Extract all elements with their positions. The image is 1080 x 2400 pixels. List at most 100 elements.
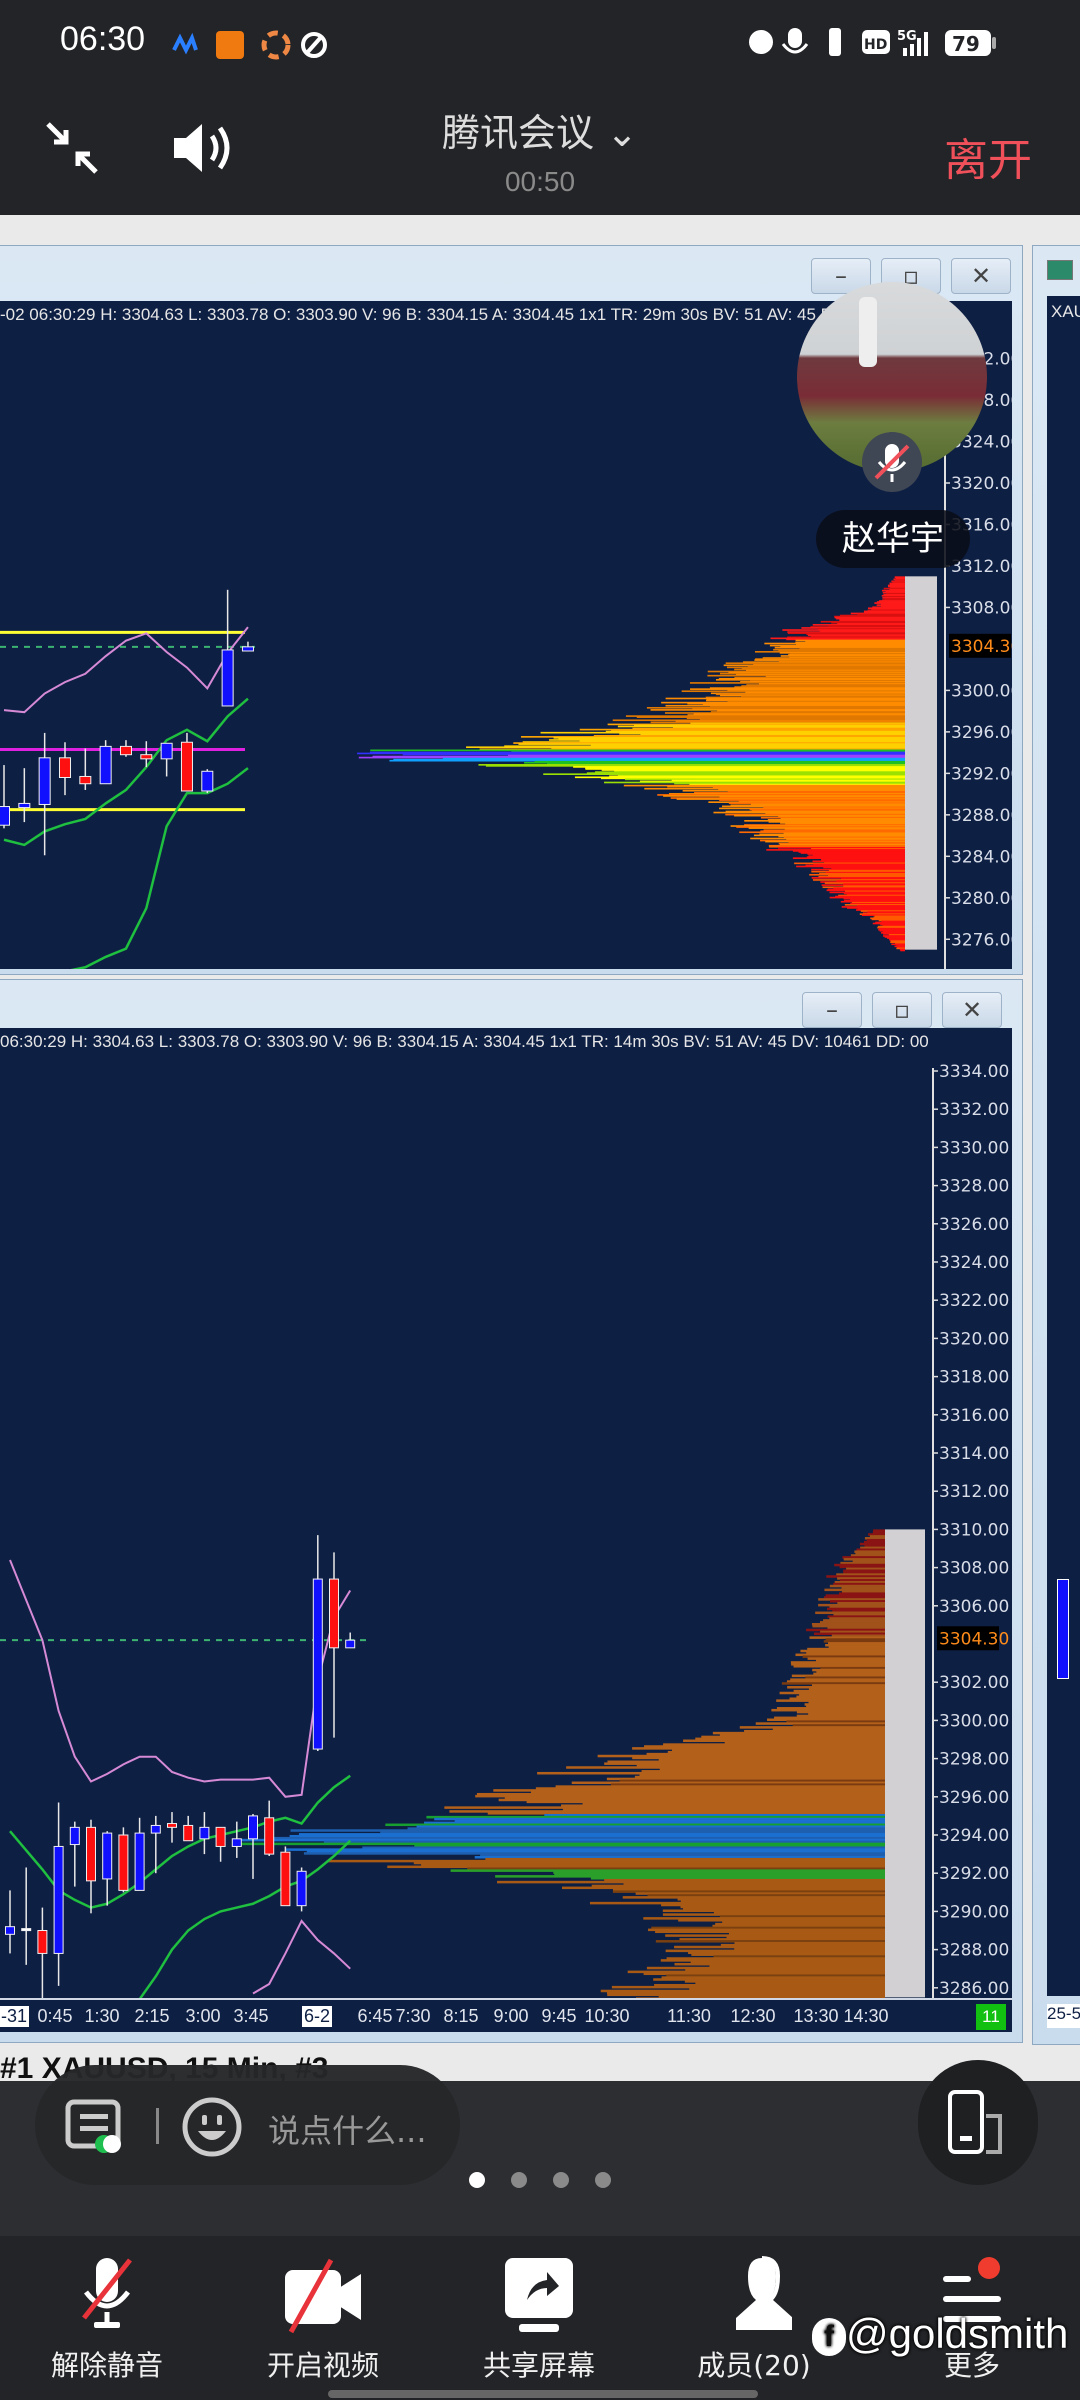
bollinger-band <box>9 1559 352 1798</box>
price-tick-label: 3312.00 <box>939 1482 1009 1502</box>
price-tick-label: 3332.00 <box>939 1100 1009 1120</box>
candle <box>201 770 214 792</box>
time-tick-label: 2:15 <box>134 2006 170 2026</box>
leave-button[interactable]: 离开 <box>944 124 1032 188</box>
video-off-icon <box>285 2258 361 2334</box>
candle <box>312 1578 323 1750</box>
price-tick-label: 3296.00 <box>939 1788 1009 1808</box>
time-tick-label: 3:45 <box>233 2006 269 2026</box>
time-tick-label: 11:30 <box>667 2006 711 2026</box>
candle <box>38 757 51 805</box>
side-chart-window: XAU 25-5- <box>1032 245 1080 2045</box>
page-dot[interactable] <box>469 2172 485 2188</box>
price-tick-label: 3330.00 <box>939 1138 1009 1158</box>
unmute-button[interactable]: 解除静音 <box>17 2256 197 2384</box>
chat-list-icon[interactable] <box>64 2098 130 2156</box>
time-tick-label: 3:00 <box>185 2006 221 2026</box>
meeting-title-text: 腾讯会议 <box>442 111 595 155</box>
chart-2[interactable]: 06:30:29 H: 3304.63 L: 3303.78 O: 3303.9… <box>0 1028 1012 1998</box>
candle <box>248 1815 258 1840</box>
rotate-screen-button[interactable] <box>918 2060 1038 2185</box>
candle <box>1057 1579 1069 1679</box>
candle <box>150 1824 161 1834</box>
participant-mute-badge <box>862 432 922 492</box>
share-screen-button[interactable]: 共享屏幕 <box>449 2256 629 2384</box>
close-button[interactable]: ✕ <box>942 992 1002 1028</box>
time-axis: -31 0:45 1:30 2:15 3:00 3:45 6-2 6:45 7:30 8:15 9:… <box>0 1998 1012 2032</box>
bollinger-band <box>252 1919 351 1995</box>
candle <box>0 806 10 826</box>
price-tick-label: 3276.00 <box>951 930 1012 950</box>
time-tick-label: 6-2 <box>301 2006 333 2027</box>
mic-muted-icon <box>874 444 910 482</box>
home-indicator[interactable] <box>328 2390 758 2398</box>
candle <box>180 741 193 792</box>
candle <box>231 1838 242 1847</box>
watermark: f @goldsmith <box>812 2310 1068 2358</box>
chat-input[interactable]: 说点什么... <box>268 2106 427 2152</box>
price-tick-label: 3322.00 <box>939 1291 1009 1311</box>
start-video-button[interactable]: 开启视频 <box>233 2256 413 2384</box>
time-tick-label: 10:30 <box>584 2006 630 2026</box>
candle <box>183 1824 194 1842</box>
unmute-label: 解除静音 <box>50 2349 163 2382</box>
time-tick-label: 6:45 <box>357 2006 393 2026</box>
candle <box>160 742 173 760</box>
price-tick-label: 3324.00 <box>939 1253 1009 1273</box>
candle <box>329 1578 339 1649</box>
mic-muted-icon <box>82 2258 132 2328</box>
time-tick-label: 14:30 <box>843 2006 889 2026</box>
start-video-label: 开启视频 <box>266 2349 379 2382</box>
candle <box>345 1639 356 1649</box>
price-tick-label: 3318.00 <box>939 1368 1009 1388</box>
participant-name: 赵华宇 <box>816 510 970 568</box>
side-chart: XAU 25-5- <box>1047 296 1080 2028</box>
candle <box>5 1926 15 1935</box>
candle <box>264 1817 275 1855</box>
price-tick-label: 3320.00 <box>951 474 1012 494</box>
price-tick-label: 3316.00 <box>939 1406 1009 1426</box>
chart-2-plot: 3334.00 3332.00 3330.00 3328.00 3326.00 3324.… <box>0 1062 1009 1998</box>
price-tick-label: 3308.00 <box>939 1559 1009 1579</box>
volume-profile-bar <box>900 949 905 952</box>
candle <box>199 1826 210 1840</box>
close-button[interactable]: ✕ <box>951 258 1011 294</box>
price-tick-label: 3300.00 <box>951 681 1012 701</box>
bollinger-band <box>70 767 249 969</box>
page-dot[interactable] <box>553 2172 569 2188</box>
side-chart-title: XAU <box>1051 302 1080 321</box>
price-tick-label: 3302.00 <box>939 1673 1009 1693</box>
meeting-header: 腾讯会议 ⌄ 00:50 离开 <box>0 80 1080 215</box>
candle <box>134 1832 145 1891</box>
minimize-button[interactable]: – <box>802 992 862 1028</box>
hd-label: HD <box>864 37 887 53</box>
members-icon <box>736 2256 792 2330</box>
price-tick-label: 3288.00 <box>951 806 1012 826</box>
price-tick-label: 3298.00 <box>939 1750 1009 1770</box>
maximize-button[interactable]: ▫ <box>872 992 932 1028</box>
price-tick-label: 3308.00 <box>951 598 1012 618</box>
time-tick-label: 13:30 <box>793 2006 839 2026</box>
price-tick-label: 3286.00 <box>939 1979 1009 1998</box>
page-dot[interactable] <box>511 2172 527 2188</box>
meeting-title[interactable]: 腾讯会议 ⌄ <box>0 102 1080 157</box>
candle <box>53 1845 64 1954</box>
side-time-label: 25-5- <box>1047 2004 1080 2028</box>
time-tick-label: 0:45 <box>37 2006 73 2026</box>
price-tick-label: 3294.00 <box>939 1826 1009 1846</box>
candle <box>21 1928 32 1932</box>
notification-dot <box>978 2257 1000 2279</box>
battery-level: 79 <box>952 32 980 56</box>
candle <box>215 1826 226 1847</box>
watermark-text: @goldsmith <box>846 2310 1069 2357</box>
price-tick-label: 3284.00 <box>951 847 1012 867</box>
price-tick-label: 3314.00 <box>939 1444 1009 1464</box>
candle <box>79 775 92 785</box>
page-dot[interactable] <box>595 2172 611 2188</box>
bar-countdown: 11 <box>976 2004 1006 2030</box>
candle <box>167 1823 177 1828</box>
divider <box>156 2108 159 2144</box>
candle <box>99 745 112 785</box>
emoji-icon[interactable] <box>180 2095 244 2159</box>
system-icons: HD 5G 79 <box>749 28 996 56</box>
